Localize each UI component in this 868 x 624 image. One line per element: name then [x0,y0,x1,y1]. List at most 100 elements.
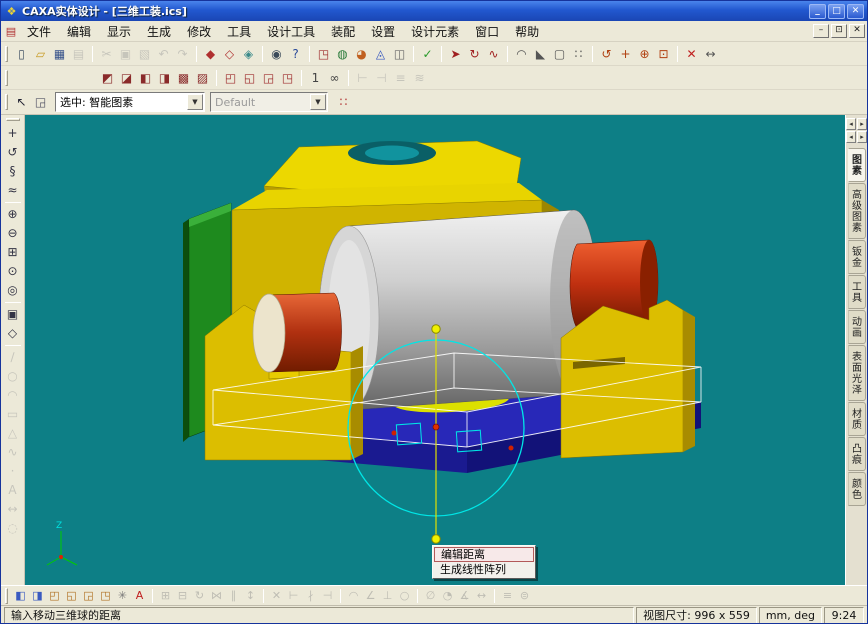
paste-icon[interactable]: ▧ [135,45,154,63]
rotate-copy-icon[interactable]: ↻ [191,588,208,604]
menu-design-elements[interactable]: 设计元素 [403,21,467,42]
align-center-icon[interactable]: ≡ [391,69,410,87]
rotate-view-icon[interactable]: ↺ [597,45,616,63]
sweep-quick-icon[interactable]: ◳ [97,588,114,604]
surface-tool-1-icon[interactable]: ◰ [221,69,240,87]
sweep-feature-icon[interactable]: ∿ [484,45,503,63]
menu-edit[interactable]: 编辑 [59,21,99,42]
tab-animation[interactable]: 动画 [848,310,866,344]
tab-tools[interactable]: 工具 [848,275,866,309]
spline-tool-icon[interactable]: ∿ [2,443,24,462]
wireframe-display-icon[interactable]: ◳ [314,45,333,63]
grid-snap-icon[interactable]: ⊞ [157,588,174,604]
mdi-minimize-button[interactable]: – [813,24,829,38]
revolve-quick-icon[interactable]: ◱ [63,588,80,604]
join-curve-icon[interactable]: ⊣ [319,588,336,604]
catalog-browser-icon[interactable]: ∷ [334,93,353,111]
viewport-3d[interactable]: Z 编辑距离生成线性阵列 [25,115,845,585]
toolbar-handle[interactable] [5,588,8,604]
mdi-restore-button[interactable]: ⊡ [831,24,847,38]
minimize-button[interactable]: _ [809,4,826,19]
distribute-icon[interactable]: ≋ [410,69,429,87]
chevron-down-icon[interactable]: ▼ [187,94,203,110]
maximize-button[interactable]: □ [828,4,845,19]
context-item-edit-distance[interactable]: 编辑距离 [434,547,534,562]
chain-select-icon[interactable]: ∞ [325,69,344,87]
menu-assembly[interactable]: 装配 [323,21,363,42]
zoom-all-icon[interactable]: ⊙ [2,262,24,281]
box-select-icon[interactable]: ⊟ [174,588,191,604]
smart-render-6-icon[interactable]: ▨ [193,69,212,87]
pan-view-icon[interactable]: + [616,45,635,63]
menu-help[interactable]: 帮助 [507,21,547,42]
zoom-in-icon[interactable]: ⊕ [2,205,24,224]
drawing-environment-icon[interactable]: ◇ [220,45,239,63]
context-item-create-linear-pattern[interactable]: 生成线性阵列 [434,562,534,577]
smart-render-5-icon[interactable]: ▩ [174,69,193,87]
eraser-tool-icon[interactable]: ◌ [2,519,24,538]
part-check-icon[interactable]: ✓ [418,45,437,63]
catalog-prev-icon[interactable]: ◂ [846,131,856,143]
context-help-icon[interactable]: ? [286,45,305,63]
menu-generate[interactable]: 生成 [139,21,179,42]
cut-icon[interactable]: ✂ [97,45,116,63]
set-target-icon[interactable]: ◎ [2,281,24,300]
break-curve-icon[interactable]: ∤ [302,588,319,604]
angle-dimension-icon[interactable]: ∡ [456,588,473,604]
scale-copy-icon[interactable]: ↕ [242,588,259,604]
shell-feature-icon[interactable]: ▢ [550,45,569,63]
circle-tool-icon[interactable]: ○ [2,367,24,386]
surface-tool-3-icon[interactable]: ◲ [259,69,278,87]
smart-render-4-icon[interactable]: ◨ [155,69,174,87]
save-icon[interactable]: ▦ [50,45,69,63]
new-file-icon[interactable]: ▯ [12,45,31,63]
loft-quick-icon[interactable]: ◲ [80,588,97,604]
fillet-2d-icon[interactable]: ◠ [345,588,362,604]
trim-curve-icon[interactable]: ✕ [268,588,285,604]
spiral-zoom-icon[interactable]: § [2,162,24,181]
side-handle-left[interactable] [392,431,397,436]
delete-item-icon[interactable]: ✕ [682,45,701,63]
menu-modify[interactable]: 修改 [179,21,219,42]
chamfer-2d-icon[interactable]: ∠ [362,588,379,604]
menu-file[interactable]: 文件 [19,21,59,42]
pattern-quick-icon[interactable]: ✳ [114,588,131,604]
symmetric-constraint-icon[interactable]: ⊜ [516,588,533,604]
fit-view-icon[interactable]: ⊡ [654,45,673,63]
copy-icon[interactable]: ▣ [116,45,135,63]
revolve-feature-icon[interactable]: ↻ [465,45,484,63]
smart-render-2-icon[interactable]: ◪ [117,69,136,87]
toolbar-handle[interactable] [5,94,8,110]
menu-tools[interactable]: 工具 [219,21,259,42]
radius-dimension-icon[interactable]: ◔ [439,588,456,604]
rectangle-tool-icon[interactable]: ▭ [2,405,24,424]
catalog-scroll-left-icon[interactable]: ◂ [846,118,856,130]
surface-tool-4-icon[interactable]: ◳ [278,69,297,87]
zoom-view-icon[interactable]: ⊕ [635,45,654,63]
undo-icon[interactable]: ↶ [154,45,173,63]
align-left-edge-icon[interactable]: ⊢ [353,69,372,87]
diameter-dimension-icon[interactable]: ∅ [422,588,439,604]
title-bar[interactable]: ❖ CAXA实体设计 - [三维工装.ics] _ □ ✕ [1,1,867,21]
tab-advanced-elements[interactable]: 高级图素 [848,183,866,239]
extend-curve-icon[interactable]: ⊢ [285,588,302,604]
tab-elements[interactable]: 图素 [848,148,866,182]
search-binoculars-icon[interactable]: ◉ [267,45,286,63]
catalog-scroll-right-icon[interactable]: ▸ [857,118,867,130]
measure-tool-icon[interactable]: ↔ [701,45,720,63]
tab-surface-finish[interactable]: 表面光泽 [848,345,866,401]
close-button[interactable]: ✕ [847,4,864,19]
select-cursor-icon[interactable]: ↖ [12,93,31,111]
line-tool-icon[interactable]: ∕ [2,348,24,367]
axis-handle-top[interactable] [432,325,440,333]
print-icon[interactable]: ▤ [69,45,88,63]
smart-render-3-icon[interactable]: ◧ [136,69,155,87]
tab-emboss[interactable]: 凸痕 [848,437,866,471]
tab-color[interactable]: 颜色 [848,472,866,506]
side-handle-right[interactable] [509,446,514,451]
toolbar-handle[interactable] [6,118,20,121]
axis-handle-bottom[interactable] [432,535,440,543]
rotate-camera-icon[interactable]: ↺ [2,143,24,162]
toolbar-handle[interactable] [5,46,8,62]
curve-3d-icon[interactable]: ◨ [29,588,46,604]
